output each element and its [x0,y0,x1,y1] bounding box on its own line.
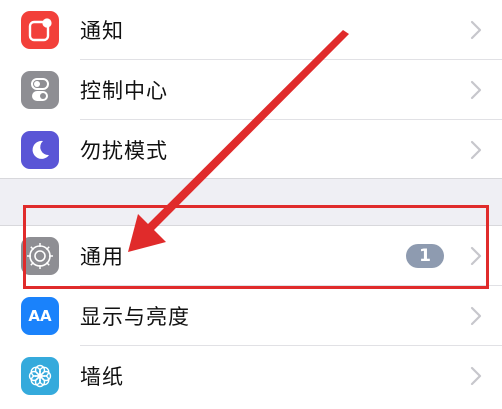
chevron-right-icon [470,140,482,160]
update-count-badge: 1 [406,244,444,268]
settings-row-notifications[interactable]: 通知 [0,0,502,60]
settings-group-2: 通用 1 AA 显示与亮度 墙纸 [0,226,502,409]
settings-row-wallpaper[interactable]: 墙纸 [0,346,502,406]
settings-row-do-not-disturb[interactable]: 勿扰模式 [0,120,502,180]
do-not-disturb-moon-icon [21,131,59,169]
settings-row-label: 显示与亮度 [80,305,190,329]
settings-row-label: 墙纸 [80,365,124,389]
display-brightness-icon: AA [21,297,59,335]
chevron-right-icon [470,306,482,326]
group-spacer [0,178,502,226]
settings-row-label: 控制中心 [80,79,168,103]
chevron-right-icon [470,20,482,40]
display-icon-glyph: AA [28,307,52,325]
settings-row-general[interactable]: 通用 1 [0,226,502,286]
chevron-right-icon [470,246,482,266]
settings-group-1: 通知 控制中心 勿扰模式 [0,0,502,178]
settings-row-label: 勿扰模式 [80,139,168,163]
settings-row-control-center[interactable]: 控制中心 [0,60,502,120]
settings-row-label: 通用 [80,245,124,269]
settings-row-display-brightness[interactable]: AA 显示与亮度 [0,286,502,346]
chevron-right-icon [470,80,482,100]
chevron-right-icon [470,366,482,386]
settings-row-label: 通知 [80,19,124,43]
control-center-icon [21,71,59,109]
wallpaper-flower-icon [21,357,59,395]
gear-icon [21,237,59,275]
notifications-icon [21,11,59,49]
